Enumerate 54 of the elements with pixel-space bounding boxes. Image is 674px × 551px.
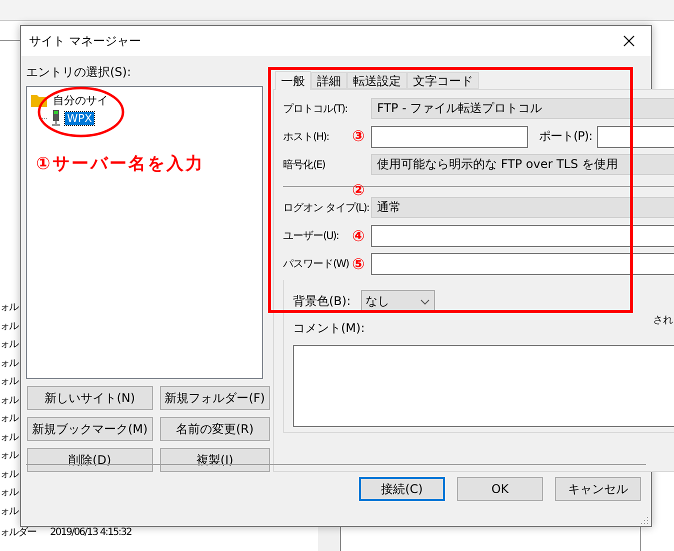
tab[interactable]: 一般: [275, 71, 311, 90]
field-label: 暗号化(E): [283, 158, 325, 172]
step-number: ④: [352, 226, 365, 246]
dialog-button[interactable]: キャンセル: [555, 477, 641, 501]
field-label: 背景色(B):: [293, 293, 351, 310]
tree-item[interactable]: WPX: [65, 112, 94, 124]
site-action-button[interactable]: 新規ブックマーク(M): [27, 417, 153, 441]
file-type-text: ォル: [0, 449, 18, 462]
field-label: ホスト(H):: [283, 130, 329, 144]
server-icon: [51, 110, 61, 126]
file-type-text: ォル: [0, 320, 18, 333]
dialog-button[interactable]: 接続(C): [359, 477, 445, 501]
annotation-caption: ①サーバー名を入力: [36, 153, 204, 175]
file-type-text: ォル: [0, 468, 18, 481]
file-type-text: ォル: [0, 301, 18, 314]
file-type-text: ォル: [0, 356, 18, 370]
file-type-text: ォル: [0, 375, 18, 388]
tab[interactable]: 詳細: [311, 72, 347, 89]
step-number: ⑤: [352, 254, 365, 274]
field-label: ユーザー(U):: [283, 228, 338, 242]
resize-grip-icon: [641, 516, 649, 524]
dropdown[interactable]: FTP - ファイル転送プロトコル: [371, 98, 674, 119]
dropdown[interactable]: 通常: [371, 197, 674, 218]
tab[interactable]: 転送設定: [347, 72, 407, 89]
field-label: パスワード(W): [283, 256, 349, 270]
file-type-text: ォル: [0, 430, 18, 444]
file-type-text: ォル: [0, 338, 18, 352]
field-label: プロトコル(T):: [283, 102, 348, 116]
file-type-text: ォル: [0, 504, 18, 518]
tree-item[interactable]: 自分のサイ: [51, 92, 110, 108]
window-title: サイト マネージャー: [29, 32, 141, 50]
file-type-text: ォル: [0, 486, 18, 500]
input-field[interactable]: [371, 224, 674, 246]
file-type-text: ォル: [0, 394, 18, 407]
step-number: ③: [352, 126, 365, 146]
site-action-button[interactable]: 新規フォルダー(F): [160, 386, 270, 410]
file-type-text: ォルダー: [0, 526, 36, 540]
input-field[interactable]: [371, 252, 674, 274]
step-number: ②: [352, 180, 365, 200]
dropdown[interactable]: 使用可能なら明示的な FTP over TLS を使用: [371, 154, 674, 175]
entry-label: エントリの選択(S):: [26, 64, 132, 81]
comment-field[interactable]: [293, 345, 674, 427]
file-type-text: ォル: [0, 412, 18, 426]
dialog-button[interactable]: OK: [457, 477, 543, 501]
site-action-button[interactable]: 名前の変更(R): [160, 417, 270, 441]
close-icon: [623, 35, 635, 47]
chevron-down-icon: [420, 298, 430, 304]
field-label: ログオン タイプ(L):: [283, 200, 369, 214]
site-action-button[interactable]: 新しいサイト(N): [27, 386, 153, 410]
tab[interactable]: 文字コード: [407, 72, 479, 89]
host-field[interactable]: [371, 126, 528, 148]
field-label: ポート(P):: [539, 128, 592, 145]
background-text: され: [653, 314, 673, 327]
file-date-text: 2019/06/13 4:15:32: [50, 526, 132, 538]
